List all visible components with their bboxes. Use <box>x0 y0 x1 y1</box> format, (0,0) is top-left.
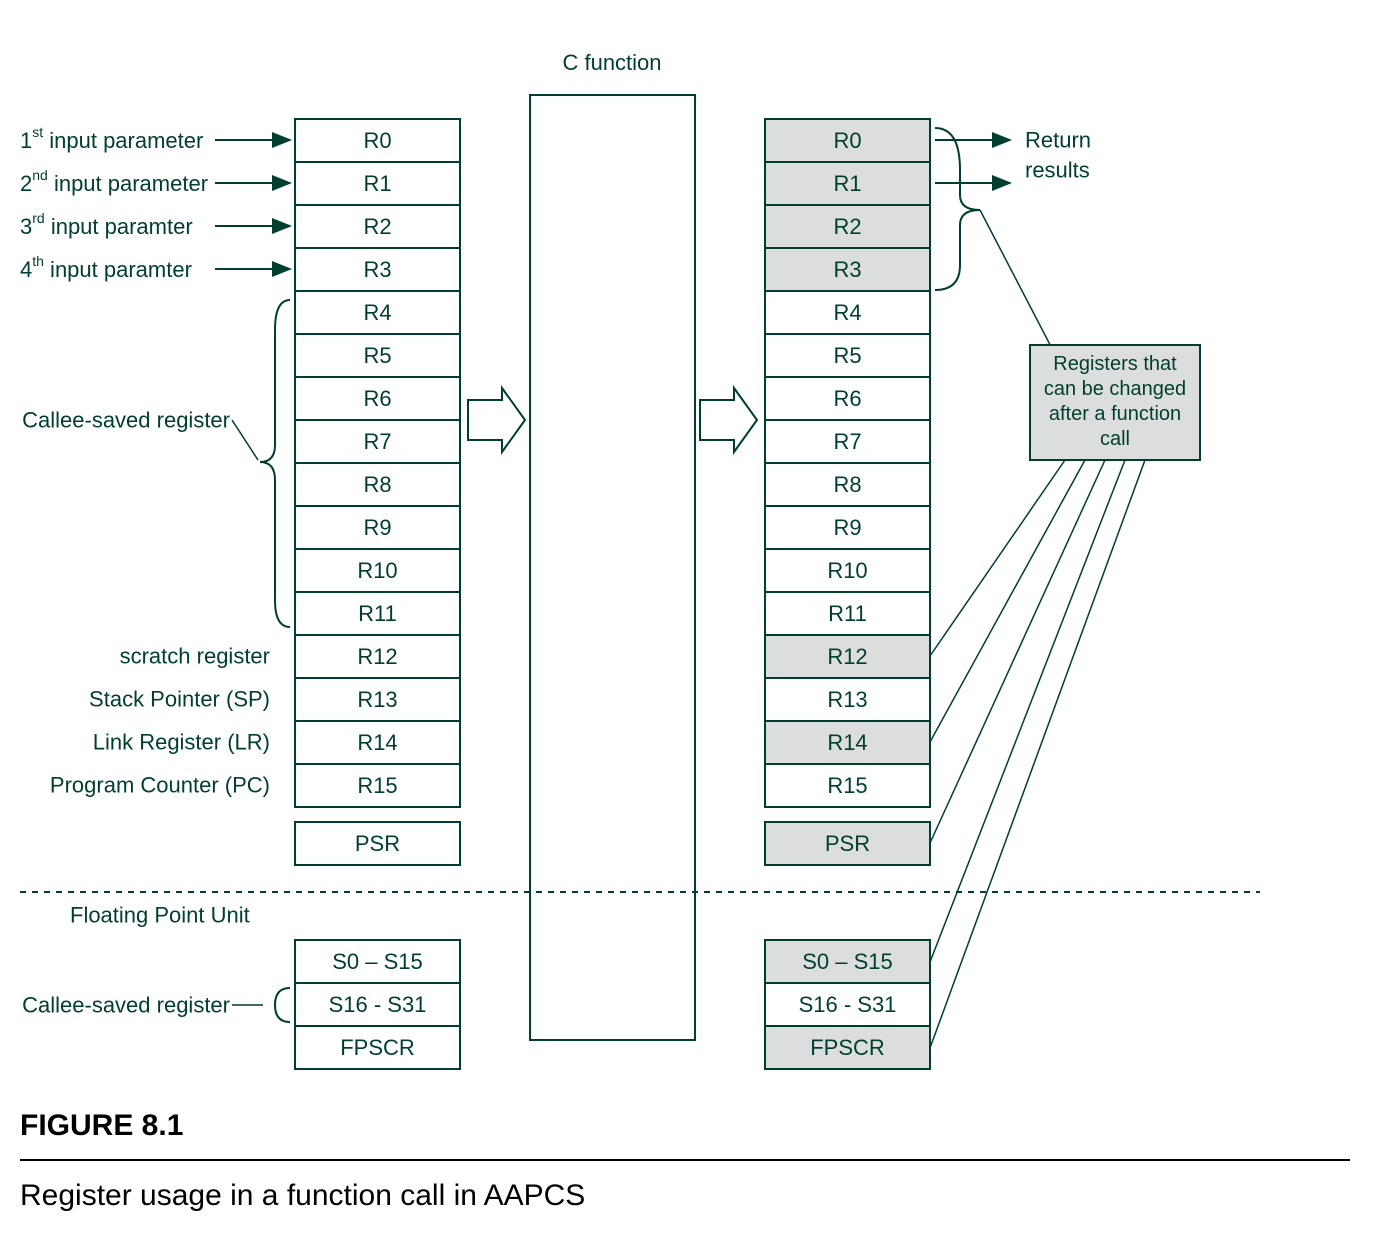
callee-saved-fp-brace <box>275 988 290 1022</box>
left-r6-label: R6 <box>363 386 391 411</box>
right-r14-label: R14 <box>827 730 867 755</box>
left-r8-label: R8 <box>363 472 391 497</box>
right-fp-2-label: FPSCR <box>810 1035 885 1060</box>
right-fp-1-label: S16 - S31 <box>799 992 897 1017</box>
right-r4-label: R4 <box>833 300 861 325</box>
svg-text:1st input parameter: 1st input parameter <box>20 124 203 153</box>
callee-saved-label: Callee-saved register <box>22 408 230 433</box>
left-r12-label: R12 <box>357 644 397 669</box>
scratch-label: scratch register <box>120 644 270 669</box>
right-r5-label: R5 <box>833 343 861 368</box>
left-r14-label: R14 <box>357 730 397 755</box>
right-r9-label: R9 <box>833 515 861 540</box>
note-line-2: can be changed <box>1044 378 1186 400</box>
right-fp-0-label: S0 – S15 <box>802 949 893 974</box>
left-r11-label: R11 <box>358 601 397 626</box>
left-r0-label: R0 <box>363 128 391 153</box>
right-r13-label: R13 <box>827 687 867 712</box>
left-r13-label: R13 <box>357 687 397 712</box>
right-r11-label: R11 <box>828 601 867 626</box>
pc-label: Program Counter (PC) <box>50 773 270 798</box>
right-r3-label: R3 <box>833 257 861 282</box>
left-fp-1-label: S16 - S31 <box>329 992 427 1017</box>
right-register-stack: R0 R1 R2 R3 R4 R5 R6 R7 R8 R9 R10 R11 R12 R13 R14 R15 PS… <box>765 119 930 1069</box>
c-function-box <box>530 95 695 1040</box>
figure-caption: Register usage in a function call in AAP… <box>20 1179 585 1212</box>
left-register-stack: R0 R1 R2 R3 R4 R5 R6 R7 R8 R9 R10 R11 R12 R13 R14 R15 PS… <box>295 119 460 1069</box>
left-r7-label: R7 <box>363 429 391 454</box>
right-r6-label: R6 <box>833 386 861 411</box>
left-r4-label: R4 <box>363 300 391 325</box>
sp-label: Stack Pointer (SP) <box>89 687 270 712</box>
left-fp-2-label: FPSCR <box>340 1035 415 1060</box>
note-line-4: call <box>1100 428 1130 450</box>
callee-saved-fp-label: Callee-saved register <box>22 993 230 1018</box>
left-r15-label: R15 <box>357 773 397 798</box>
c-function-title: C function <box>562 50 661 75</box>
right-r7-label: R7 <box>833 429 861 454</box>
right-r0-label: R0 <box>833 128 861 153</box>
lr-label: Link Register (LR) <box>93 730 270 755</box>
left-fp-0-label: S0 – S15 <box>332 949 423 974</box>
right-psr-label: PSR <box>825 831 870 856</box>
return-label-1: Return <box>1025 128 1091 153</box>
right-r15-label: R15 <box>827 773 867 798</box>
left-r1-label: R1 <box>363 171 391 196</box>
right-r2-label: R2 <box>833 214 861 239</box>
right-r0r3-brace <box>935 128 980 290</box>
left-psr-label: PSR <box>355 831 400 856</box>
left-r2-label: R2 <box>363 214 391 239</box>
note-connectors <box>930 460 1145 1048</box>
callee-saved-brace <box>260 300 290 627</box>
right-r1-label: R1 <box>833 171 861 196</box>
aapcs-register-diagram: C function R0R1R2R3R4R5R6R7R8R9R10R11R12… <box>0 0 1385 1252</box>
svg-text:3rd input paramter: 3rd input paramter <box>20 210 193 239</box>
right-r12-label: R12 <box>827 644 867 669</box>
note-line-1: Registers that <box>1053 353 1177 375</box>
left-r9-label: R9 <box>363 515 391 540</box>
return-label-2: results <box>1025 158 1090 183</box>
right-r10-label: R10 <box>827 558 867 583</box>
note-line-3: after a function <box>1049 403 1181 425</box>
figure-title: FIGURE 8.1 <box>20 1109 183 1142</box>
svg-text:4th input paramter: 4th input paramter <box>20 253 192 282</box>
big-arrow-left <box>468 388 525 452</box>
big-arrow-right <box>700 388 757 452</box>
input-param-labels: 1st input parameter 2nd input parameter … <box>20 124 208 282</box>
svg-text:2nd input parameter: 2nd input parameter <box>20 167 208 196</box>
left-r10-label: R10 <box>357 558 397 583</box>
fpu-label: Floating Point Unit <box>70 903 250 928</box>
left-r3-label: R3 <box>363 257 391 282</box>
left-r5-label: R5 <box>363 343 391 368</box>
input-param-arrows <box>215 140 290 269</box>
right-r8-label: R8 <box>833 472 861 497</box>
